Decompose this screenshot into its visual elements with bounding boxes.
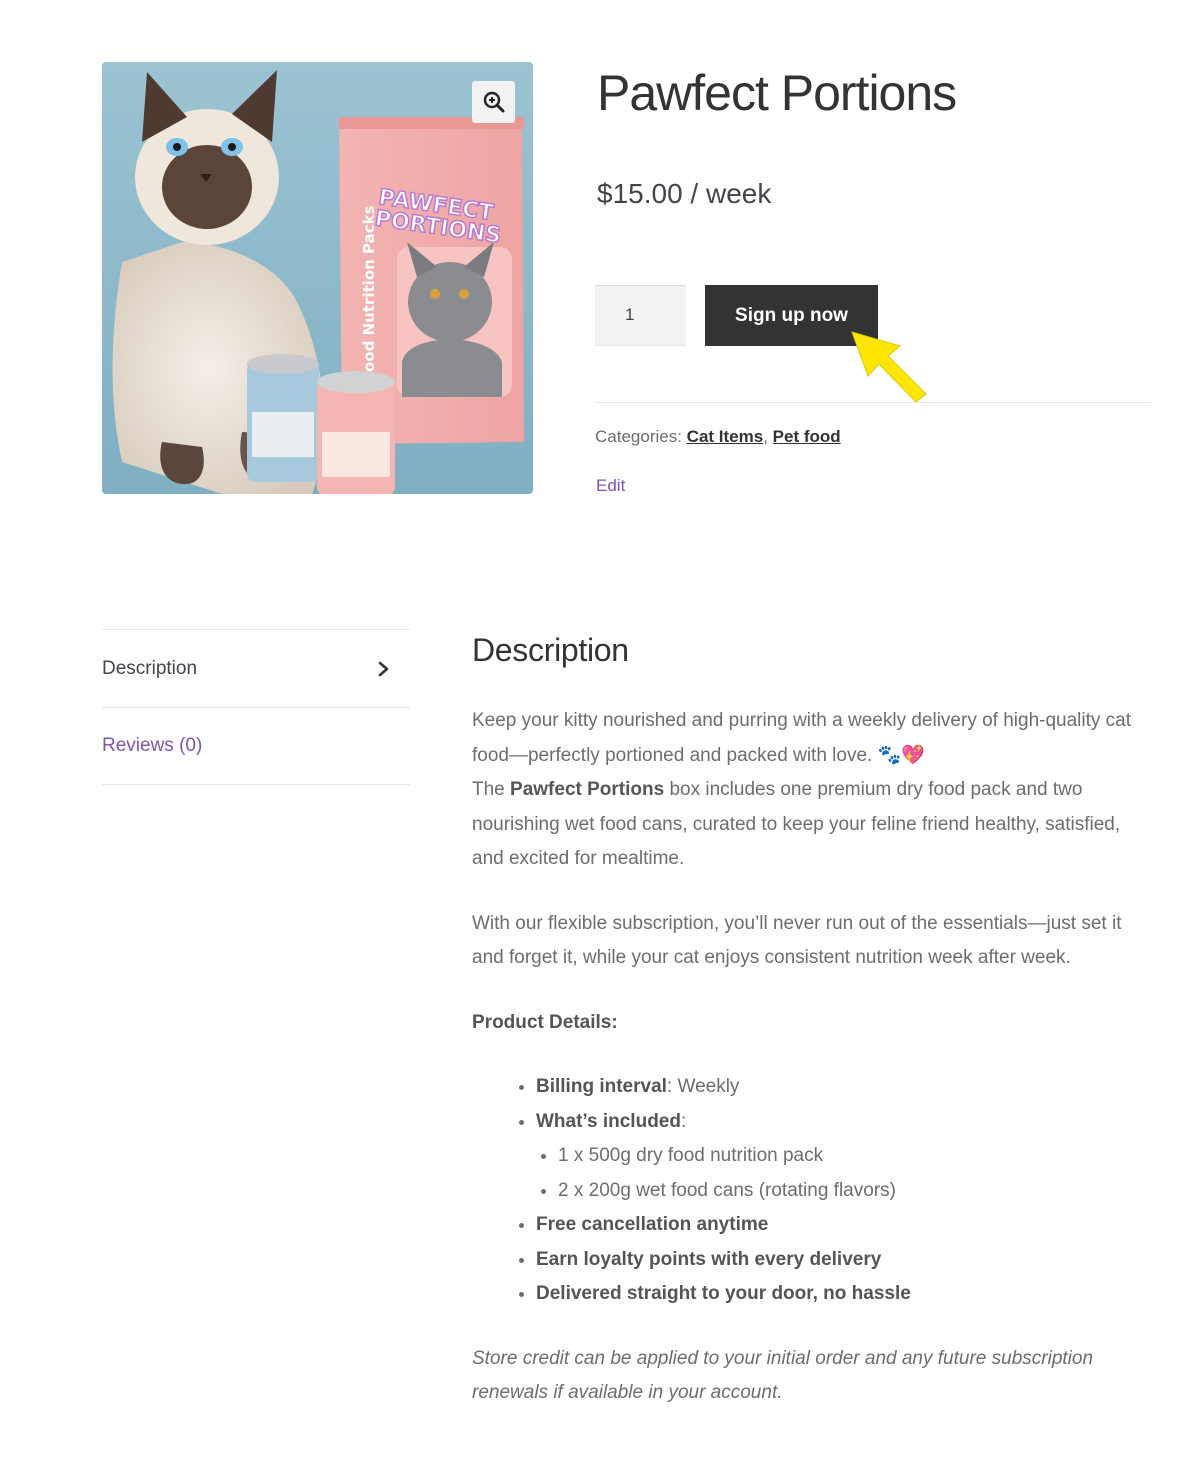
- chevron-right-icon: [378, 661, 389, 676]
- description-heading: Description: [472, 632, 629, 668]
- categories-label: Categories:: [595, 427, 682, 446]
- list-item: Earn loyalty points with every delivery: [536, 1243, 1152, 1278]
- tab-description[interactable]: Description: [102, 629, 410, 707]
- product-price: $15.00 / week: [597, 178, 772, 209]
- list-item: Delivered straight to your door, no hass…: [536, 1277, 1152, 1312]
- zoom-button[interactable]: [472, 81, 515, 123]
- list-item: What’s included: 1 x 500g dry food nutri…: [536, 1105, 1152, 1209]
- box-prefix: The: [472, 779, 511, 800]
- description-panel: Description Keep your kitty nourished an…: [472, 630, 1152, 1441]
- store-credit-note: Store credit can be applied to your init…: [472, 1347, 1094, 1404]
- product-categories: Categories: Cat Items, Pet food: [595, 427, 841, 447]
- category-link-pet-food[interactable]: Pet food: [773, 427, 841, 446]
- box-name: Pawfect Portions: [510, 779, 665, 800]
- product-image[interactable]: PAWFECT PORTIONS ood Nutrition Packs: [102, 62, 533, 494]
- details-list: Billing interval: Weekly What’s included…: [536, 1070, 1152, 1312]
- pack-side-text: ood Nutrition Packs: [360, 205, 378, 372]
- edit-link[interactable]: Edit: [596, 476, 625, 496]
- included-colon: :: [680, 1110, 687, 1132]
- meta-divider: [595, 402, 1151, 403]
- billing-value: : Weekly: [666, 1076, 740, 1097]
- product-title: Pawfect Portions: [597, 65, 957, 121]
- category-link-cat-items[interactable]: Cat Items: [687, 427, 764, 446]
- intro-text: Keep your kitty nourished and purring wi…: [472, 710, 1132, 766]
- tab-label: Description: [102, 657, 198, 679]
- flexible-paragraph: With our flexible subscription, you’ll n…: [472, 912, 1122, 969]
- list-item: 1 x 500g dry food nutrition pack: [558, 1139, 1152, 1174]
- details-heading: Product Details:: [472, 1011, 618, 1033]
- product-tabs: Description Reviews (0): [102, 629, 410, 785]
- list-item: 2 x 200g wet food cans (rotating flavors…: [558, 1174, 1152, 1209]
- included-label: What’s included: [536, 1110, 681, 1132]
- zoom-in-icon: [483, 91, 504, 113]
- product-photo: PAWFECT PORTIONS ood Nutrition Packs: [102, 62, 533, 494]
- included-list: 1 x 500g dry food nutrition pack 2 x 200…: [558, 1139, 1152, 1208]
- list-item: Free cancellation anytime: [536, 1208, 1152, 1243]
- sign-up-button[interactable]: Sign up now: [705, 285, 878, 346]
- tab-reviews[interactable]: Reviews (0): [102, 707, 410, 785]
- billing-label: Billing interval: [536, 1076, 667, 1097]
- tab-label: Reviews (0): [102, 735, 203, 756]
- quantity-input[interactable]: [595, 285, 686, 346]
- list-item: Billing interval: Weekly: [536, 1070, 1152, 1105]
- description-paragraph: Keep your kitty nourished and purring wi…: [472, 704, 1152, 877]
- categories-separator: ,: [763, 427, 768, 446]
